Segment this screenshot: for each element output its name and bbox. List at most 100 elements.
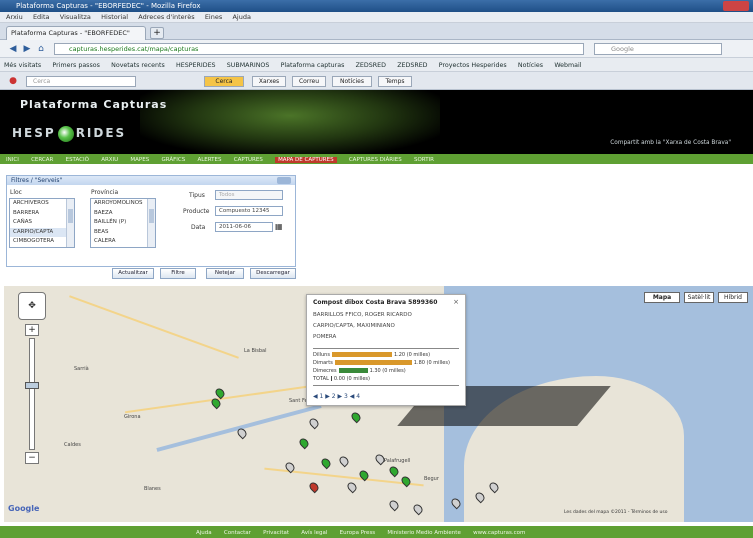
pan-control[interactable]: ✥	[18, 292, 46, 320]
bookmark-item[interactable]: Primers passos	[52, 62, 99, 69]
back-icon[interactable]: ◀	[6, 43, 20, 55]
nav-item[interactable]: CAPTURES DIÀRIES	[349, 157, 402, 163]
footer-link[interactable]: Europa Press	[340, 530, 376, 536]
scrollbar[interactable]	[66, 199, 74, 247]
capture-marker[interactable]	[387, 464, 401, 478]
capture-marker[interactable]	[337, 454, 351, 468]
url-field[interactable]: capturas.hesperides.cat/mapa/capturas	[54, 43, 584, 55]
footer-link[interactable]: Privacitat	[263, 530, 289, 536]
capture-marker[interactable]	[297, 436, 311, 450]
list-item[interactable]: ARROYOMOLINOS	[91, 199, 155, 209]
capture-marker[interactable]	[399, 474, 413, 488]
bookmark-item[interactable]: Proyectos Hesperides	[439, 62, 507, 69]
footer-link[interactable]: Ministerio Medio Ambiente	[387, 530, 460, 536]
forward-icon[interactable]: ▶	[20, 43, 34, 55]
nav-item[interactable]: CERCAR	[31, 157, 53, 163]
list-item[interactable]: ARCHIVEROS	[10, 199, 74, 209]
capture-marker-selected[interactable]	[307, 480, 321, 494]
calendar-icon[interactable]: ▦	[275, 222, 283, 231]
toolbar-button[interactable]: Xarxes	[252, 76, 286, 87]
capture-marker[interactable]	[387, 498, 401, 512]
nav-item[interactable]: GRÀFICS	[161, 157, 185, 163]
nav-item[interactable]: ESTACIÓ	[66, 157, 89, 163]
clear-button[interactable]: Netejar	[206, 268, 244, 279]
search-field[interactable]: Google	[594, 43, 722, 55]
type-select[interactable]: Todos	[215, 190, 283, 200]
place-label: Lloc	[10, 189, 22, 196]
zoom-out-button[interactable]: −	[25, 452, 39, 464]
toolbar-search-button[interactable]: Cerca	[204, 76, 244, 87]
footer-link[interactable]: Ajuda	[196, 530, 212, 536]
bookmark-item[interactable]: Webmail	[554, 62, 581, 69]
list-item-selected[interactable]: CARPIO/CAPTA	[10, 227, 74, 237]
date-field[interactable]: 2011-06-06	[215, 222, 273, 232]
place-label: Sarrià	[74, 366, 89, 372]
capture-marker[interactable]	[345, 480, 359, 494]
zoom-slider-handle[interactable]	[25, 382, 39, 389]
scrollbar[interactable]	[147, 199, 155, 247]
bookmark-item[interactable]: HESPERIDES	[176, 62, 216, 69]
list-item[interactable]: CAÑAS	[10, 218, 74, 228]
capture-bar	[338, 368, 368, 373]
bookmark-item[interactable]: ZEDSRED	[356, 62, 386, 69]
panel-tools-icon[interactable]	[277, 177, 291, 184]
close-icon[interactable]: ×	[453, 298, 459, 306]
footer-link[interactable]: Avís legal	[301, 530, 327, 536]
toolbar-search-input[interactable]: Cerca	[26, 76, 136, 87]
capture-marker[interactable]	[349, 410, 363, 424]
home-icon[interactable]: ⌂	[34, 43, 48, 55]
bookmark-item[interactable]: SUBMARINOS	[227, 62, 270, 69]
capture-marker[interactable]	[307, 416, 321, 430]
bookmark-item[interactable]: Notícies	[518, 62, 543, 69]
nav-item[interactable]: INICI	[6, 157, 19, 163]
update-button[interactable]: Actualitzar	[112, 268, 154, 279]
zoom-in-button[interactable]: +	[25, 324, 39, 336]
toolbar-button[interactable]: Temps	[378, 76, 412, 87]
list-item[interactable]: BARRERA	[10, 209, 74, 219]
bookmark-item[interactable]: Més visitats	[4, 62, 41, 69]
road	[69, 295, 239, 359]
filter-button[interactable]: Filtre	[160, 268, 196, 279]
nav-item[interactable]: MAPES	[130, 157, 149, 163]
addon-logo-icon[interactable]: ●	[6, 75, 20, 87]
nav-item[interactable]: ARXIU	[101, 157, 118, 163]
download-button[interactable]: Descarregar	[250, 268, 296, 279]
toolbar-button[interactable]: Correu	[292, 76, 326, 87]
menu-history[interactable]: Historial	[101, 13, 128, 21]
nav-item[interactable]: CAPTURES	[234, 157, 263, 163]
info-nav-icons[interactable]: ◀ 1 ▶ 2 ▶ 3 ◀ 4	[313, 393, 360, 400]
menu-view[interactable]: Visualitza	[60, 13, 91, 21]
list-item[interactable]: BEAS	[91, 228, 155, 238]
new-tab-button[interactable]: +	[150, 27, 164, 39]
capture-marker[interactable]	[235, 426, 249, 440]
nav-item-active[interactable]: MAPA DE CAPTURES	[275, 157, 337, 163]
capture-marker[interactable]	[411, 502, 425, 516]
list-item[interactable]: BAILLÉN (P)	[91, 218, 155, 228]
window-controls[interactable]	[723, 1, 749, 11]
tab-plataforma[interactable]: Plataforma Capturas - "EBORFEDEC"	[6, 26, 146, 40]
bookmark-item[interactable]: ZEDSRED	[397, 62, 427, 69]
place-listbox[interactable]: ARCHIVEROS BARRERA CAÑAS CARPIO/CAPTA CI…	[9, 198, 75, 248]
list-item[interactable]: CALERA	[91, 237, 155, 247]
map-type-satellite-button[interactable]: Satèl·lit	[684, 292, 714, 303]
bookmark-item[interactable]: Plataforma capturas	[281, 62, 345, 69]
toolbar-button[interactable]: Notícies	[332, 76, 372, 87]
list-item[interactable]: CIMBOGOTERA	[10, 237, 74, 247]
map-type-hybrid-button[interactable]: Híbrid	[718, 292, 748, 303]
menu-help[interactable]: Ajuda	[232, 13, 250, 21]
capture-marker[interactable]	[319, 456, 333, 470]
nav-item[interactable]: ALERTES	[197, 157, 221, 163]
list-item[interactable]: BAEZA	[91, 209, 155, 219]
zoom-slider[interactable]	[29, 338, 35, 450]
footer-link[interactable]: Contactar	[224, 530, 251, 536]
bookmark-item[interactable]: Novetats recents	[111, 62, 165, 69]
nav-item[interactable]: SORTIR	[414, 157, 434, 163]
footer-link[interactable]: www.capturas.com	[473, 530, 525, 536]
map-type-map-button[interactable]: Mapa	[644, 292, 680, 303]
province-listbox[interactable]: ARROYOMOLINOS BAEZA BAILLÉN (P) BEAS CAL…	[90, 198, 156, 248]
menu-file[interactable]: Arxiu	[6, 13, 23, 21]
product-select[interactable]: Compuesto 12345	[215, 206, 283, 216]
menu-edit[interactable]: Edita	[33, 13, 50, 21]
menu-bookmarks[interactable]: Adreces d'interès	[138, 13, 194, 21]
menu-tools[interactable]: Eines	[205, 13, 222, 21]
